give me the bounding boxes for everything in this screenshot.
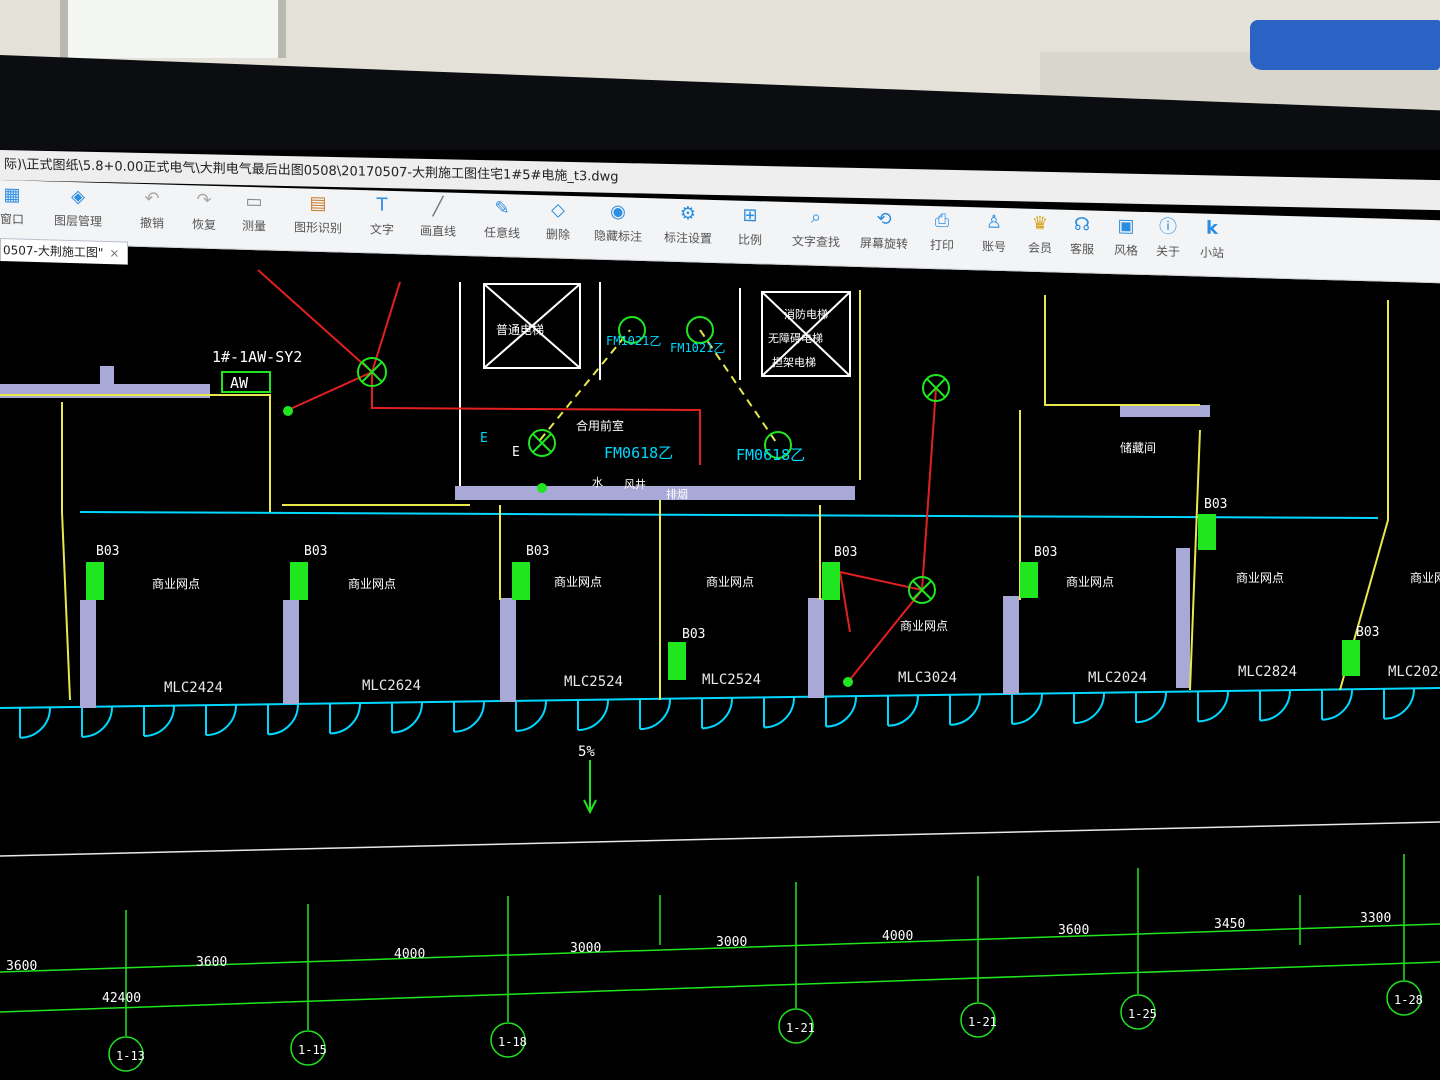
axis-label: 1-28 [1394,993,1423,1007]
panel-label: B03 [304,544,327,559]
separator-line [0,821,1440,857]
door-swing [825,696,857,728]
dimension-value: 3300 [1360,911,1391,926]
combined-room: 合用前室 [576,418,624,433]
door-swing [1259,690,1291,722]
door-swing [1197,691,1229,723]
shop-label: 商业网点 [1410,570,1440,585]
panel-label: B03 [1204,497,1227,512]
door-swing [205,705,237,737]
door-swing [1135,692,1167,724]
panel-boxes [86,406,1360,687]
elevator-accessible: 无障碍电梯 [768,331,823,345]
shop-label: 商业网点 [152,576,200,591]
elevator-fire: 消防电梯 [784,307,828,321]
door-swing [763,697,795,729]
axis-label: 1-15 [298,1043,327,1057]
shop-label: 商业网点 [348,576,396,591]
door-swing [949,694,981,726]
panel-code: AW [230,374,249,392]
dimension-value: 3000 [570,941,601,956]
dimension-value: 3000 [716,935,747,950]
shaft-water: 水 [592,476,603,489]
shaft-wind: 风井 [624,477,646,491]
door-swing [701,698,733,730]
shop-label: 商业网点 [554,574,602,589]
panel-label: B03 [1356,625,1379,640]
wall-columns [0,366,1210,708]
door-swing [143,705,175,737]
axis-label: 1-21 [786,1021,815,1035]
storage-label: 储藏间 [1120,440,1156,455]
door-swing [1383,688,1415,720]
panel-tag: 1#-1AW-SY2 [212,348,302,366]
panel-label: B03 [682,627,705,642]
panel-label: B03 [1034,545,1057,560]
axis-label: 1-13 [116,1049,145,1063]
door-swing [19,707,51,739]
cad-canvas[interactable]: 1#-1AW-SY2 AW 普通电梯 消防电梯 无障碍电梯 担架电梯 合用前室 … [0,0,1440,1080]
door-swing [577,699,609,731]
panel-label: B03 [526,544,549,559]
door-fm-left: FM0618乙 [604,444,673,462]
window-code: MLC2424 [164,680,223,696]
shop-label: 商业网点 [706,574,754,589]
window-code: MLC2524 [702,672,761,688]
door-swing [1321,689,1353,721]
slope-label: 5% [578,744,595,760]
door-swing [453,701,485,733]
window-code: MLC2524 [564,674,623,690]
dimension-value: 3450 [1214,917,1245,932]
window-code: MLC2024 [1088,670,1147,686]
door-fm-top-right: FM1021乙 [670,341,725,355]
axis-label: 1-21 [968,1015,997,1029]
panel-label: B03 [96,544,119,559]
shop-label: 商业网点 [900,618,948,633]
door-swing [329,703,361,735]
corridor-line [79,511,1379,519]
door-e1: E [480,431,488,446]
window-code: MLC2624 [362,678,421,694]
dimension-value: 4000 [394,947,425,962]
door-e2: E [512,445,520,460]
window-code: MLC2824 [1238,664,1297,680]
shop-label: 商业网点 [1236,570,1284,585]
dimension-value: 4000 [882,929,913,944]
door-swing [1011,693,1043,725]
window-code: MLC3024 [898,670,957,686]
dimension-value: 3600 [1058,923,1089,938]
axis-label: 1-25 [1128,1007,1157,1021]
door-swing [887,695,919,727]
window-code: MLC2024 [1388,664,1440,680]
door-swing [515,700,547,732]
door-swings [19,688,1415,739]
dimension-total: 42400 [102,991,141,1006]
shaft-smoke: 排烟 [666,487,688,501]
shop-label: 商业网点 [1066,574,1114,589]
door-fm-right: FM0618乙 [736,446,805,464]
door-swing [391,702,423,734]
dimension-value: 3600 [196,955,227,970]
door-swing [81,706,113,738]
elevator-freight: 担架电梯 [772,355,816,369]
dimension-value: 3600 [6,959,37,974]
door-swing [639,699,671,731]
axis-label: 1-18 [498,1035,527,1049]
slope-arrow [583,760,597,815]
door-swing [1073,693,1105,725]
door-swing [267,704,299,736]
panel-label: B03 [834,545,857,560]
door-fm-top-left: FM1021乙 [606,334,661,348]
elevator-normal: 普通电梯 [496,323,544,337]
